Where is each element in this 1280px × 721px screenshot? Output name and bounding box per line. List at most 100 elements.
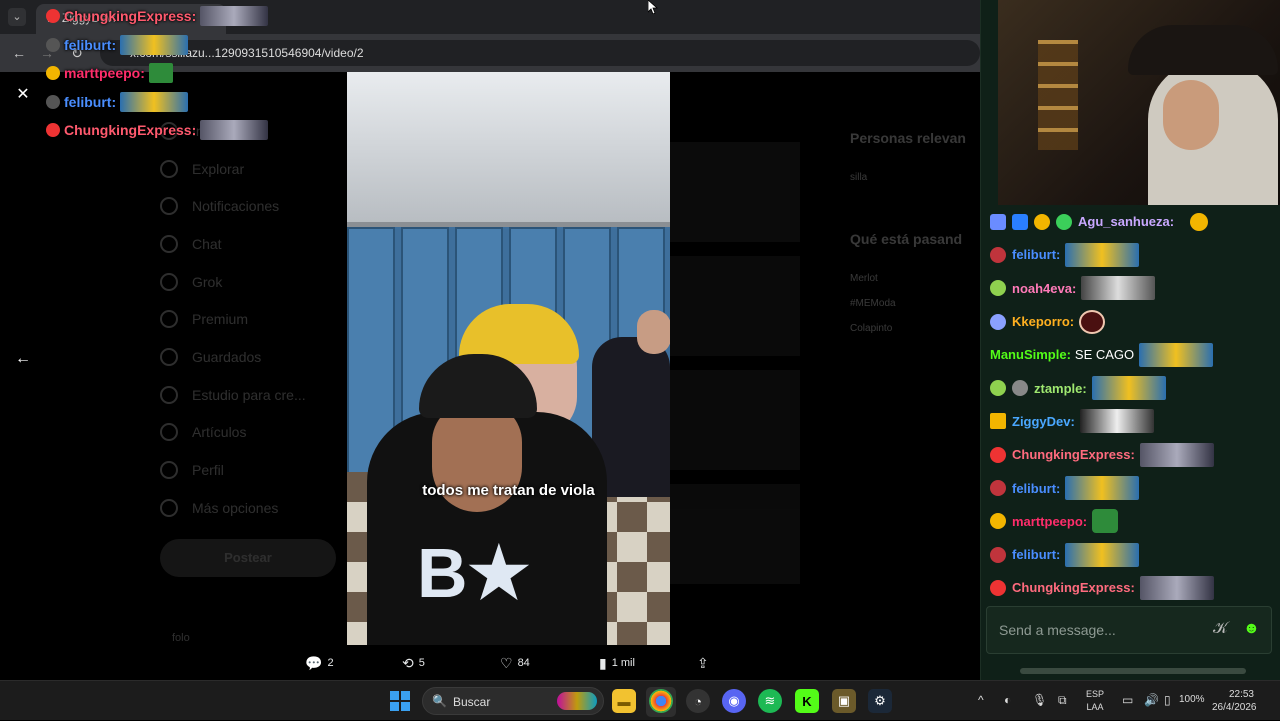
chat-username[interactable]: Kkeporro:: [1012, 314, 1074, 329]
sidebar-item-articulos[interactable]: Artículos: [160, 414, 350, 452]
kick-emote-icon[interactable]: 𝒦: [1213, 620, 1228, 638]
crown-icon: [990, 413, 1006, 430]
emote-icon: [1091, 376, 1166, 401]
language-indicator[interactable]: ESP LAA: [1086, 688, 1104, 714]
rocket-icon: [160, 385, 178, 404]
windows-start-icon[interactable]: [390, 691, 410, 711]
sidebar-item-premium[interactable]: Premium: [160, 300, 350, 338]
chat-message: ManuSimple: SE CAGO: [990, 338, 1270, 371]
x-sidebar: Inicio Explorar Notificaciones Chat Grok…: [160, 112, 350, 577]
previous-arrow-icon[interactable]: ←: [14, 350, 32, 368]
suggested-user[interactable]: silla: [850, 172, 980, 183]
share-button[interactable]: ⇪: [697, 652, 714, 674]
premium-icon: [160, 310, 178, 329]
trend-item[interactable]: #MEModa: [850, 298, 980, 309]
tray-app-icon[interactable]: ◐: [1004, 693, 1011, 707]
file-explorer-icon[interactable]: ▬: [612, 689, 636, 713]
chat-username[interactable]: feliburt:: [1012, 247, 1060, 262]
chat-username[interactable]: ChungkingExpress:: [1012, 447, 1135, 462]
chat-username[interactable]: Agu_sanhueza:: [1078, 214, 1174, 229]
sidebar-item-label: Grok: [192, 273, 223, 290]
repost-button[interactable]: ⟲ 5: [402, 652, 425, 674]
reply-icon: 💬: [305, 654, 323, 671]
chat-username[interactable]: marttpeepo:: [1012, 514, 1087, 529]
sidebar-item-explorar[interactable]: Explorar: [160, 150, 350, 188]
language-code: ESP: [1086, 689, 1105, 699]
webcam-face: [1163, 80, 1219, 150]
sidebar-item-label: Explorar: [192, 160, 245, 177]
chat-scrollbar[interactable]: [1020, 668, 1246, 674]
chat-username[interactable]: ztample:: [1034, 381, 1087, 396]
reply-button[interactable]: 💬 2: [305, 652, 334, 674]
windows-taskbar: 🔍 Buscar ▬ ◔ ◉ ≋ K ▣ ⚙ ^ ◐ 🎙 ⧉ ESP LAA ▭…: [0, 680, 1280, 720]
emote-icon: [148, 63, 173, 84]
emote-icon: [120, 91, 189, 112]
grok-icon: [160, 272, 178, 291]
kick-icon[interactable]: K: [795, 689, 819, 713]
chat-username[interactable]: ChungkingExpress:: [1012, 580, 1135, 595]
badge-icon: [990, 380, 1006, 397]
chat-message: Kkeporro:: [990, 305, 1270, 338]
post-button[interactable]: Postear: [160, 538, 336, 577]
trend-item[interactable]: Colapinto: [850, 323, 980, 334]
app-icon[interactable]: ◔: [686, 689, 710, 713]
bell-icon: [160, 197, 178, 216]
sidebar-item-notificaciones[interactable]: Notificaciones: [160, 187, 350, 225]
sidebar-item-grok[interactable]: Grok: [160, 263, 350, 301]
tab-list-button[interactable]: ⌄: [8, 8, 26, 26]
search-icon: 🔍: [432, 694, 447, 708]
chat-username[interactable]: feliburt:: [1012, 481, 1060, 496]
discord-icon[interactable]: ◉: [722, 689, 746, 713]
clock[interactable]: 22:53 26/4/2026: [1212, 688, 1257, 714]
chat-username[interactable]: ManuSimple:: [990, 347, 1071, 362]
chat-username[interactable]: feliburt:: [1012, 547, 1060, 562]
sidebar-item-chat[interactable]: Chat: [160, 225, 350, 263]
trend-item[interactable]: Merlot: [850, 273, 980, 284]
overlay-username: ChungkingExpress:: [64, 122, 197, 139]
close-icon[interactable]: ✕: [14, 86, 32, 104]
emote-icon: [120, 34, 189, 55]
views-button[interactable]: ▮ 1 mil: [599, 652, 635, 674]
sidebar-item-mas-opciones[interactable]: Más opciones: [160, 489, 350, 527]
chat-username[interactable]: noah4eva:: [1012, 281, 1076, 296]
badge-icon: [990, 579, 1006, 596]
chat-text: SE CAGO: [1074, 347, 1135, 363]
webcam-hat: [1128, 25, 1278, 75]
emote-icon: [1139, 575, 1214, 600]
video-subtitle: todos me tratan de viola: [422, 482, 595, 499]
chat-message: ChungkingExpress:: [990, 571, 1270, 604]
tray-app-icon[interactable]: ⧉: [1058, 693, 1067, 708]
sidebar-item-perfil[interactable]: Perfil: [160, 451, 350, 489]
chat-username[interactable]: ZiggyDev:: [1012, 414, 1075, 429]
badge-icon: [990, 246, 1006, 263]
chat-message-input[interactable]: Send a message... 𝒦 ☻: [986, 606, 1272, 654]
account-switcher[interactable]: folo: [172, 632, 190, 644]
like-button[interactable]: ♡ 84: [500, 652, 530, 674]
volume-icon[interactable]: 🔊: [1144, 693, 1159, 707]
back-button[interactable]: ←: [10, 44, 28, 62]
taskbar-search[interactable]: 🔍 Buscar: [422, 687, 604, 715]
battery-icon[interactable]: ▯: [1164, 693, 1171, 707]
app-icon[interactable]: ▣: [832, 689, 856, 713]
emote-icon: [1081, 276, 1156, 301]
sidebar-item-estudio[interactable]: Estudio para cre...: [160, 376, 350, 414]
chrome-icon[interactable]: [649, 689, 673, 713]
steam-icon[interactable]: ⚙: [868, 689, 892, 713]
sidebar-item-guardados[interactable]: Guardados: [160, 338, 350, 376]
spotify-icon[interactable]: ≋: [758, 689, 782, 713]
mouse-cursor-icon: [648, 0, 658, 14]
network-icon[interactable]: ▭: [1122, 693, 1133, 707]
overlay-chat: ChungkingExpress: feliburt: marttpeepo: …: [46, 2, 346, 145]
overlay-chat-row: marttpeepo:: [46, 59, 346, 88]
chevron-up-icon[interactable]: ^: [978, 693, 984, 707]
sidebar-item-label: Chat: [192, 235, 222, 252]
thumbnail: [670, 370, 800, 470]
thumbnail: [670, 484, 800, 584]
search-icon: [160, 159, 178, 178]
video-player[interactable]: B★ todos me tratan de viola: [347, 72, 670, 645]
overlay-chat-row: feliburt:: [46, 88, 346, 117]
microphone-icon[interactable]: 🎙: [1032, 693, 1047, 707]
heading-personas: Personas relevan: [850, 130, 966, 146]
badge-icon: [990, 280, 1006, 297]
emote-picker-icon[interactable]: ☻: [1243, 620, 1260, 638]
